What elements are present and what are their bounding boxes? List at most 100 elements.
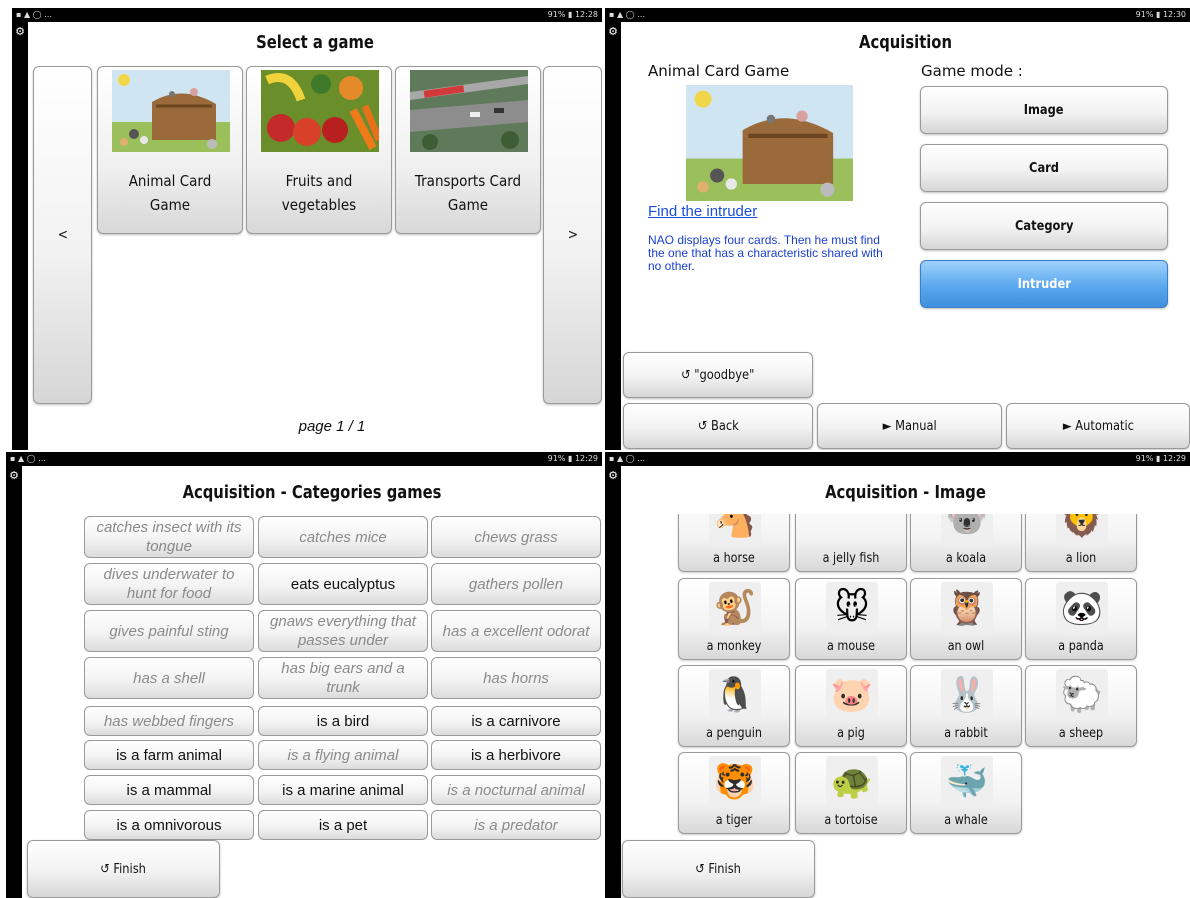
animal-game-image bbox=[686, 85, 853, 201]
select-game-screen: ▪ ▲ ◯ … 91% ▮ 12:28 ⚙ Select a game < > … bbox=[12, 8, 602, 450]
owl-icon: 🦉 bbox=[941, 582, 993, 634]
category-item[interactable]: is a omnivorous bbox=[84, 810, 254, 840]
category-item[interactable]: eats eucalyptus bbox=[258, 563, 428, 605]
animal-grid: 🐴 a horse a jelly fish 🐨 a koala 🦁 a lion 🐒… bbox=[605, 514, 1190, 836]
category-item: is a flying animal bbox=[258, 740, 428, 770]
acquisition-screen: ▪ ▲ ◯ … 91% ▮ 12:30 ⚙ Acquisition Animal… bbox=[605, 8, 1190, 450]
gear-icon[interactable]: ⚙ bbox=[607, 470, 619, 482]
finish-button[interactable]: ↺ Finish bbox=[622, 840, 815, 898]
game-card-fruits[interactable]: Fruits and vegetables bbox=[246, 66, 392, 234]
manual-button[interactable]: ► Manual bbox=[817, 403, 1002, 449]
mode-image-button[interactable]: Image bbox=[920, 86, 1168, 134]
pig-icon: 🐷 bbox=[826, 669, 878, 721]
back-button[interactable]: ↺ Back bbox=[623, 403, 813, 449]
category-item: chews grass bbox=[431, 516, 601, 558]
page-title: Acquisition - Image bbox=[825, 482, 986, 503]
gear-icon[interactable]: ⚙ bbox=[607, 26, 619, 38]
category-item: gives painful sting bbox=[84, 610, 254, 652]
side-strip: ⚙ bbox=[605, 22, 621, 450]
category-item: catches insect with its tongue bbox=[84, 516, 254, 558]
status-bar: ▪ ▲ ◯ … 91% ▮ 12:29 bbox=[605, 452, 1190, 466]
game-name: Animal Card Game bbox=[128, 172, 212, 214]
category-item: gnaws everything that passes under bbox=[258, 610, 428, 652]
category-item: has a shell bbox=[84, 657, 254, 699]
category-item: catches mice bbox=[258, 516, 428, 558]
image-screen: ▪ ▲ ◯ … 91% ▮ 12:29 ⚙ Acquisition - Imag… bbox=[605, 452, 1190, 898]
category-item[interactable]: is a marine animal bbox=[258, 775, 428, 805]
category-item: has horns bbox=[431, 657, 601, 699]
mode-description: NAO displays four cards. Then he must fi… bbox=[648, 233, 883, 273]
mouse-icon: 🐭 bbox=[826, 582, 878, 634]
status-icons: ▪ ▲ ◯ … bbox=[10, 454, 47, 463]
horse-icon: 🐴 bbox=[709, 514, 761, 546]
category-item[interactable]: is a mammal bbox=[84, 775, 254, 805]
automatic-button[interactable]: ► Automatic bbox=[1006, 403, 1190, 449]
category-item[interactable]: is a farm animal bbox=[84, 740, 254, 770]
tiger-icon: 🐯 bbox=[709, 756, 761, 808]
animal-card-pig[interactable]: 🐷 a pig bbox=[795, 665, 907, 747]
animal-card-lion[interactable]: 🦁 a lion bbox=[1025, 514, 1137, 572]
koala-icon: 🐨 bbox=[941, 514, 993, 546]
game-mode-label: Game mode : bbox=[921, 62, 1023, 80]
status-icons: ▪ ▲ ◯ … bbox=[16, 10, 53, 19]
status-icons: ▪ ▲ ◯ … bbox=[609, 10, 646, 19]
gear-icon[interactable]: ⚙ bbox=[14, 26, 26, 38]
animal-game-image bbox=[112, 70, 230, 152]
next-page-button[interactable]: > bbox=[543, 66, 602, 404]
categories-screen: ▪ ▲ ◯ … 91% ▮ 12:29 ⚙ Acquisition - Cate… bbox=[6, 452, 602, 898]
animal-card-horse[interactable]: 🐴 a horse bbox=[678, 514, 790, 572]
category-item: has a excellent odorat bbox=[431, 610, 601, 652]
category-item: is a predator bbox=[431, 810, 601, 840]
monkey-icon: 🐒 bbox=[709, 582, 761, 634]
gear-icon[interactable]: ⚙ bbox=[8, 470, 20, 482]
animal-card-owl[interactable]: 🦉 an owl bbox=[910, 578, 1022, 660]
animal-card-tortoise[interactable]: 🐢 a tortoise bbox=[795, 752, 907, 834]
mode-category-button[interactable]: Category bbox=[920, 202, 1168, 250]
side-strip: ⚙ bbox=[6, 466, 22, 898]
mode-card-button[interactable]: Card bbox=[920, 144, 1168, 192]
page-title: Select a game bbox=[256, 32, 374, 53]
lion-icon: 🦁 bbox=[1056, 514, 1108, 546]
category-item[interactable]: is a pet bbox=[258, 810, 428, 840]
category-item[interactable]: is a bird bbox=[258, 706, 428, 736]
animal-card-koala[interactable]: 🐨 a koala bbox=[910, 514, 1022, 572]
status-bar: ▪ ▲ ◯ … 91% ▮ 12:29 bbox=[6, 452, 602, 466]
animal-card-tiger[interactable]: 🐯 a tiger bbox=[678, 752, 790, 834]
mode-intruder-button[interactable]: Intruder bbox=[920, 260, 1168, 308]
animal-card-jellyfish[interactable]: a jelly fish bbox=[795, 514, 907, 572]
whale-icon: 🐳 bbox=[941, 756, 993, 808]
panda-icon: 🐼 bbox=[1056, 582, 1108, 634]
category-item: dives underwater to hunt for food bbox=[84, 563, 254, 605]
category-item: has big ears and a trunk bbox=[258, 657, 428, 699]
category-item: gathers pollen bbox=[431, 563, 601, 605]
game-name: Fruits and vegetables bbox=[281, 172, 357, 214]
page-title: Acquisition - Categories games bbox=[182, 482, 442, 503]
page-title: Acquisition bbox=[859, 32, 952, 53]
side-strip: ⚙ bbox=[12, 22, 28, 450]
status-time: 91% ▮ 12:30 bbox=[1135, 10, 1186, 19]
finish-button[interactable]: ↺ Finish bbox=[27, 840, 220, 898]
category-item[interactable]: is a carnivore bbox=[431, 706, 601, 736]
category-item: is a nocturnal animal bbox=[431, 775, 601, 805]
animal-card-penguin[interactable]: 🐧 a penguin bbox=[678, 665, 790, 747]
page-indicator: page 1 / 1 bbox=[298, 418, 366, 435]
status-time: 91% ▮ 12:29 bbox=[547, 454, 598, 463]
animal-card-panda[interactable]: 🐼 a panda bbox=[1025, 578, 1137, 660]
game-card-transports[interactable]: Transports Card Game bbox=[395, 66, 541, 234]
status-bar: ▪ ▲ ◯ … 91% ▮ 12:30 bbox=[605, 8, 1190, 22]
animal-card-rabbit[interactable]: 🐰 a rabbit bbox=[910, 665, 1022, 747]
animal-card-whale[interactable]: 🐳 a whale bbox=[910, 752, 1022, 834]
find-intruder-link[interactable]: Find the intruder bbox=[648, 203, 757, 220]
animal-card-monkey[interactable]: 🐒 a monkey bbox=[678, 578, 790, 660]
animal-card-sheep[interactable]: 🐑 a sheep bbox=[1025, 665, 1137, 747]
rabbit-icon: 🐰 bbox=[941, 669, 993, 721]
goodbye-button[interactable]: ↺ "goodbye" bbox=[623, 352, 813, 398]
fruits-game-image bbox=[261, 70, 379, 152]
category-item[interactable]: is a herbivore bbox=[431, 740, 601, 770]
animal-card-mouse[interactable]: 🐭 a mouse bbox=[795, 578, 907, 660]
status-time: 91% ▮ 12:29 bbox=[1135, 454, 1186, 463]
penguin-icon: 🐧 bbox=[709, 669, 761, 721]
game-card-animal[interactable]: Animal Card Game bbox=[97, 66, 243, 234]
status-icons: ▪ ▲ ◯ … bbox=[609, 454, 646, 463]
previous-page-button[interactable]: < bbox=[33, 66, 92, 404]
